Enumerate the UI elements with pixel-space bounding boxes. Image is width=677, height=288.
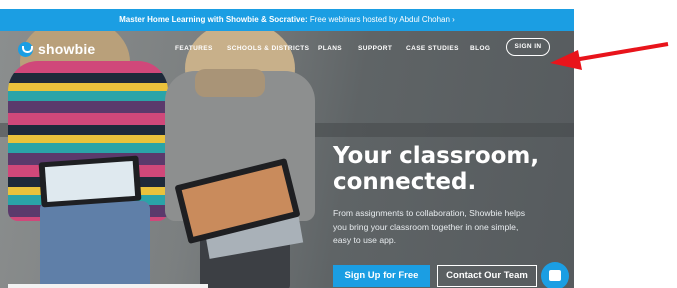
nav-blog[interactable]: BLOG xyxy=(470,45,490,52)
headline-line-2: connected. xyxy=(333,169,477,195)
sign-up-button[interactable]: Sign Up for Free xyxy=(333,265,430,287)
showbie-logo[interactable]: showbie xyxy=(18,41,95,57)
nav-case-studies[interactable]: CASE STUDIES xyxy=(406,45,459,52)
bottom-edge xyxy=(8,284,208,288)
hero-subcopy: From assignments to collaboration, Showb… xyxy=(333,208,526,245)
logo-text: showbie xyxy=(38,41,96,57)
nav-plans[interactable]: PLANS xyxy=(318,45,342,52)
top-navigation: showbie FEATURES SCHOOLS & DISTRICTS PLA… xyxy=(0,31,574,69)
tablet-left xyxy=(38,155,142,208)
arrow-shaft xyxy=(573,42,669,62)
banner-bold-text: Master Home Learning with Showbie & Socr… xyxy=(119,15,308,24)
headline-line-1: Your classroom, xyxy=(333,143,540,169)
chevron-right-icon: › xyxy=(452,15,455,24)
nav-features[interactable]: FEATURES xyxy=(175,45,213,52)
girl-left-jeans xyxy=(40,201,150,288)
girl-right-scarf xyxy=(195,69,265,97)
nav-support[interactable]: SUPPORT xyxy=(358,45,392,52)
showbie-logo-icon xyxy=(18,41,33,57)
hero-headline: Your classroom, connected. xyxy=(333,143,573,195)
tablet-left-screen xyxy=(44,160,136,203)
contact-team-button[interactable]: Contact Our Team xyxy=(437,265,537,287)
banner-text: Free webinars hosted by Abdul Chohan xyxy=(307,15,450,24)
announcement-banner[interactable]: Master Home Learning with Showbie & Socr… xyxy=(0,9,574,31)
chat-icon[interactable] xyxy=(541,262,569,288)
sign-in-button[interactable]: SIGN IN xyxy=(506,38,550,56)
nav-schools-districts[interactable]: SCHOOLS & DISTRICTS xyxy=(227,45,309,52)
